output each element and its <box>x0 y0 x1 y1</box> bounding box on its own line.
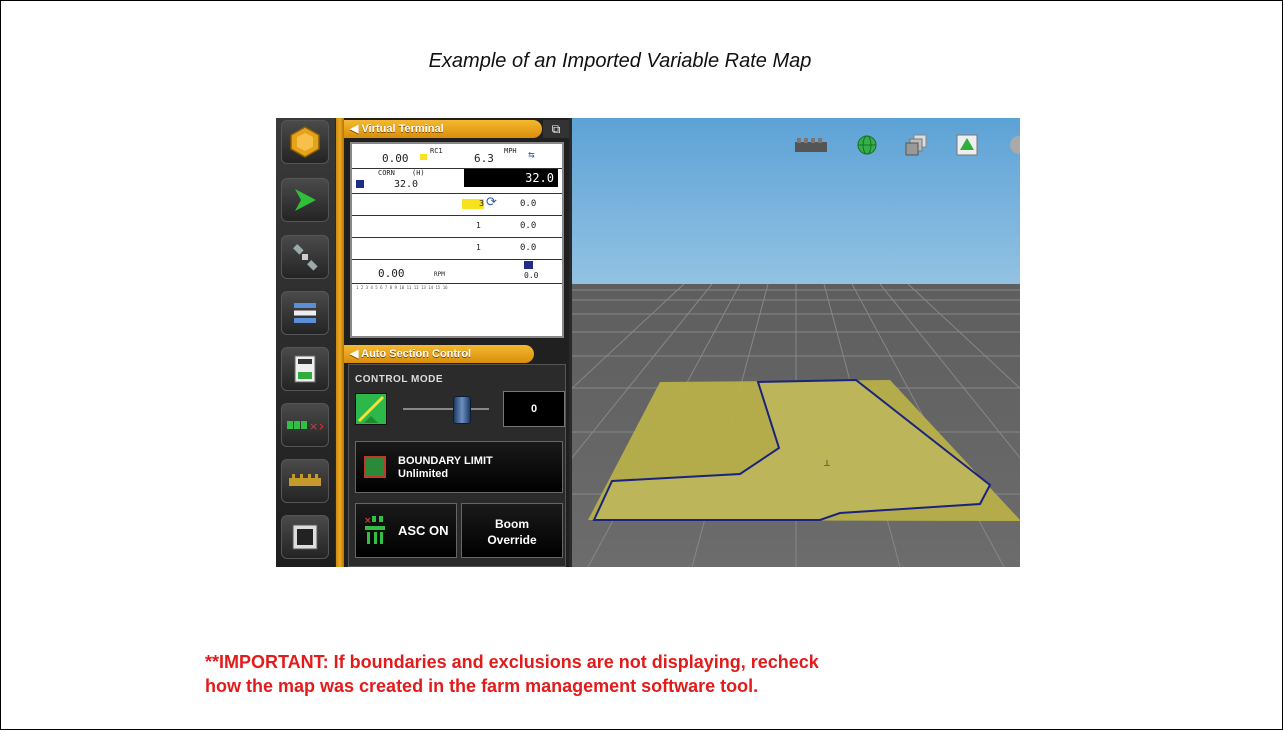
field-view-icon[interactable] <box>956 134 978 156</box>
zoom-icon[interactable] <box>1008 134 1020 156</box>
boundary-icon <box>364 456 386 478</box>
important-note: **IMPORTANT: If boundaries and exclusion… <box>205 650 1105 698</box>
list-icon[interactable] <box>281 291 329 335</box>
sidebar: ×× <box>276 118 335 567</box>
planter-icon: ⇆ <box>528 148 535 161</box>
map-view[interactable]: ⟂ <box>379 118 1020 567</box>
control-mode-icon[interactable] <box>355 393 387 425</box>
globe-icon[interactable] <box>856 134 878 156</box>
implement-icon[interactable] <box>281 120 329 164</box>
layers-icon[interactable] <box>904 134 927 156</box>
vt-row: CORN (H) 32.0 32.0 <box>352 168 562 194</box>
important-note-line-2: how the map was created in the farm mana… <box>205 676 759 696</box>
boom-override-label-2: Override <box>487 533 537 547</box>
control-mode-slider-track <box>403 408 489 410</box>
refresh-icon: ⟳ <box>486 195 497 210</box>
vt-row: 0.00 RPM 0.0 <box>352 259 562 284</box>
svg-text:×: × <box>364 516 372 526</box>
virtual-terminal-panel: ◀ Virtual Terminal ⧉ 0.00 RC1 6.3 MPH ⇆ … <box>344 118 569 567</box>
boom-override-label-1: Boom <box>495 517 529 531</box>
satellite-icon[interactable] <box>281 235 329 279</box>
calculator-icon[interactable] <box>281 347 329 391</box>
field-map: ⟂ <box>588 378 1020 521</box>
auto-section-control-header[interactable]: ◀ Auto Section Control <box>344 345 534 363</box>
row-scale: 1 2 3 4 5 6 7 8 9 10 11 12 13 14 15 16 <box>356 285 448 290</box>
asc-on-label: ASC ON <box>398 523 449 538</box>
control-mode-slider[interactable] <box>453 396 471 424</box>
rate-icon[interactable] <box>281 459 329 503</box>
vehicle-marker-icon: ⟂ <box>824 459 830 469</box>
panel-divider <box>336 118 344 567</box>
important-note-line-1: **IMPORTANT: If boundaries and exclusion… <box>205 652 819 672</box>
film-icon[interactable] <box>281 515 329 559</box>
virtual-terminal-display: 0.00 RC1 6.3 MPH ⇆ CORN (H) 32.0 32.0 3 … <box>350 142 564 338</box>
guidance-arrow-icon[interactable] <box>281 178 329 222</box>
sections-icon[interactable]: ×× <box>281 403 329 447</box>
display-screenshot: ×× ◀ Virtual Terminal ⧉ 0.00 RC1 6.3 MPH… <box>276 118 1020 567</box>
vt-row: 0.00 RC1 6.3 MPH ⇆ <box>352 144 562 169</box>
auto-section-control-panel: CONTROL MODE 0 BOUNDARY LIMIT Unlimited … <box>348 364 566 567</box>
figure-caption: Example of an Imported Variable Rate Map <box>428 50 812 72</box>
asc-title: Auto Section Control <box>361 348 472 360</box>
vt-row: 1 0.0 <box>352 237 562 260</box>
boundary-limit-label: BOUNDARY LIMIT <box>398 455 493 467</box>
collapse-arrow-icon[interactable]: ◀ <box>350 123 358 135</box>
collapse-arrow-icon[interactable]: ◀ <box>350 348 358 360</box>
asc-sections-icon: × <box>364 516 385 544</box>
vt-row: 1 0.0 <box>352 215 562 238</box>
boom-override-button[interactable]: Boom Override <box>461 503 563 558</box>
bar-rate-icon[interactable] <box>794 134 828 156</box>
control-mode-label: CONTROL MODE <box>355 374 444 385</box>
control-mode-value: 0 <box>503 391 565 427</box>
popout-icon[interactable]: ⧉ <box>543 120 569 138</box>
boundary-limit-value: Unlimited <box>398 468 449 480</box>
asc-on-button[interactable]: × ASC ON <box>355 503 457 558</box>
virtual-terminal-header[interactable]: ◀ Virtual Terminal <box>344 120 542 138</box>
boundary-limit-button[interactable]: BOUNDARY LIMIT Unlimited <box>355 441 563 493</box>
svg-text:××: ×× <box>309 420 323 432</box>
vt-row: 3 ⟳ 0.0 <box>352 193 562 216</box>
virtual-terminal-title: Virtual Terminal <box>361 123 444 135</box>
